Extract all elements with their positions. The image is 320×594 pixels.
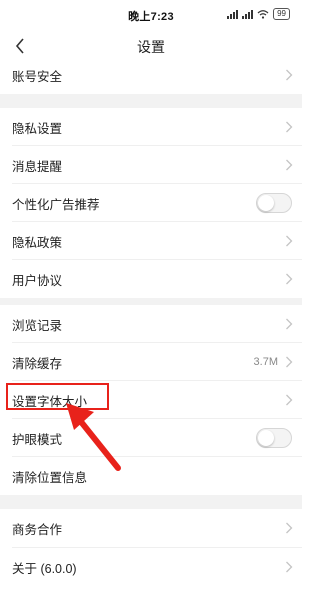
annotation-arrow-icon (66, 403, 121, 471)
